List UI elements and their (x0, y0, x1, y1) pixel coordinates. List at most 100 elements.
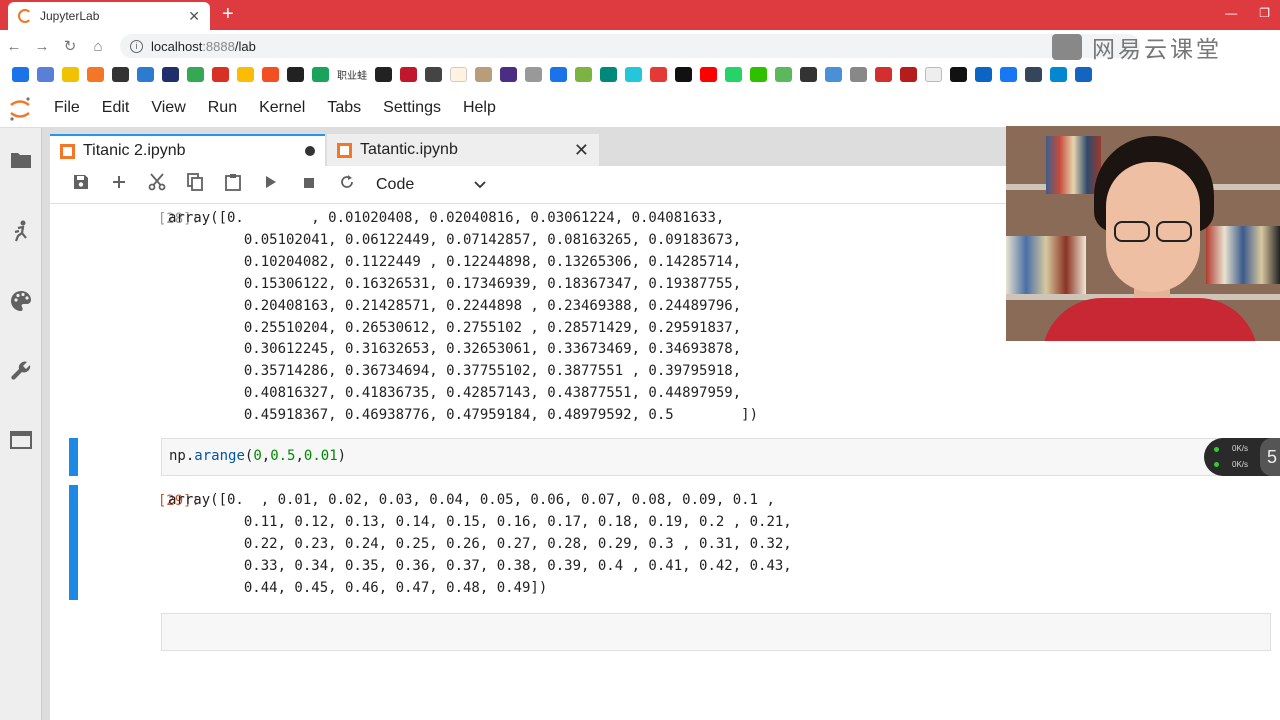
tab-label: Titanic 2.ipynb (83, 142, 186, 159)
menu-edit[interactable]: Edit (102, 99, 130, 117)
bookmark-icon[interactable] (950, 66, 967, 82)
menu-run[interactable]: Run (208, 99, 237, 117)
facebook-icon[interactable] (1000, 66, 1017, 82)
save-icon[interactable] (62, 174, 100, 195)
tabs-icon[interactable] (10, 430, 32, 452)
url-host: localhost (151, 38, 203, 54)
info-icon[interactable]: i (130, 39, 143, 53)
bookmark-icon[interactable] (187, 66, 204, 82)
output-collapser[interactable] (69, 485, 78, 600)
menu-view[interactable]: View (151, 99, 185, 117)
whatsapp-icon[interactable] (725, 66, 742, 82)
bookmark-icon[interactable] (825, 66, 842, 82)
bookmark-icon[interactable] (237, 66, 254, 82)
cell-type-dropdown[interactable]: Code (376, 176, 486, 194)
back-icon[interactable]: ← (0, 38, 28, 55)
bookmark-icon[interactable] (287, 66, 304, 82)
bookmark-icon[interactable] (925, 66, 942, 82)
linkedin-icon[interactable] (975, 66, 992, 82)
url-path: /lab (234, 38, 256, 54)
add-cell-icon[interactable] (100, 175, 138, 194)
folder-icon[interactable] (10, 150, 32, 172)
paste-icon[interactable] (214, 173, 252, 196)
bookmark-icon[interactable] (450, 66, 467, 82)
bookmark-icon[interactable] (137, 66, 154, 82)
cell-type-value: Code (376, 175, 415, 193)
jupyter-logo-icon (8, 96, 32, 121)
menu-help[interactable]: Help (463, 99, 496, 117)
forward-icon[interactable]: → (28, 38, 56, 55)
wrench-icon[interactable] (10, 360, 32, 382)
tab-tatantic[interactable]: Tatantic.ipynb ✕ (327, 134, 599, 166)
menu-file[interactable]: File (54, 99, 80, 117)
browser-tab[interactable]: JupyterLab ✕ (8, 2, 210, 30)
bookmark-icon[interactable] (262, 66, 279, 82)
person-shirt (1042, 298, 1258, 341)
run-icon[interactable] (252, 175, 290, 194)
bookmark-icon[interactable] (600, 66, 617, 82)
bookmark-icon[interactable] (62, 66, 79, 82)
bookmark-icon[interactable] (1050, 66, 1067, 82)
code-editor[interactable]: np.arange(0,0.5,0.01) (161, 438, 1271, 476)
bookmark-icon[interactable] (212, 66, 229, 82)
bookmark-icon[interactable] (650, 66, 667, 82)
url-port: :8888 (202, 38, 235, 54)
bookmark-icon[interactable] (475, 66, 492, 82)
new-tab-button[interactable]: + (222, 4, 234, 24)
bookmark-icon[interactable] (112, 66, 129, 82)
bookmark-icon[interactable] (900, 66, 917, 82)
menu-settings[interactable]: Settings (383, 99, 441, 117)
code-cell-29[interactable]: [29]: np.arange(0,0.5,0.01) (50, 438, 1280, 476)
palette-icon[interactable] (10, 290, 32, 312)
code-editor[interactable] (161, 613, 1271, 651)
bookmark-icon[interactable] (875, 66, 892, 82)
bookmark-icon[interactable] (37, 66, 54, 82)
bookmark-icon[interactable] (400, 66, 417, 82)
cut-icon[interactable] (138, 173, 176, 196)
youtube-icon[interactable] (700, 66, 717, 82)
code-token: arange (194, 448, 245, 464)
browser-titlebar: JupyterLab ✕ + — ❐ (0, 0, 1280, 30)
bookmark-icon[interactable] (800, 66, 817, 82)
wechat-icon[interactable] (750, 66, 767, 82)
stop-icon[interactable] (290, 176, 328, 194)
bookmark-icon[interactable] (500, 66, 517, 82)
bookmark-icon[interactable] (850, 66, 867, 82)
address-bar[interactable]: i localhost:8888/lab (120, 34, 1140, 58)
running-icon[interactable] (10, 220, 32, 242)
cell-collapser[interactable] (69, 438, 78, 476)
bookmark-icon[interactable] (425, 66, 442, 82)
bookmark-icon[interactable] (87, 66, 104, 82)
copy-icon[interactable] (176, 173, 214, 196)
upload-dot-icon (1214, 447, 1219, 452)
bookmark-icon[interactable] (550, 66, 567, 82)
bookmark-icon[interactable] (375, 66, 392, 82)
empty-code-cell[interactable]: [ ]: (50, 613, 1280, 651)
minimize-icon[interactable]: — (1225, 6, 1237, 20)
speed-badge[interactable]: 5 (1260, 438, 1280, 476)
tumblr-icon[interactable] (1025, 66, 1042, 82)
bookmark-icon[interactable] (575, 66, 592, 82)
amazon-icon[interactable] (675, 66, 692, 82)
restart-icon[interactable] (328, 174, 366, 195)
tab-titanic-2[interactable]: Titanic 2.ipynb (50, 134, 325, 166)
bookmark-icon[interactable] (525, 66, 542, 82)
reload-icon[interactable]: ↻ (56, 37, 84, 55)
bookmark-icon[interactable] (625, 66, 642, 82)
bookmark-icon[interactable] (312, 66, 329, 82)
restore-icon[interactable]: ❐ (1259, 6, 1270, 20)
menu-kernel[interactable]: Kernel (259, 99, 305, 117)
bookmark-label[interactable]: 职业蛙 (337, 67, 367, 82)
menu-tabs[interactable]: Tabs (327, 99, 361, 117)
window-controls: — ❐ (1225, 6, 1270, 20)
home-icon[interactable]: ⌂ (84, 38, 112, 55)
close-tab-icon[interactable]: ✕ (574, 140, 589, 161)
unsaved-dot-icon[interactable] (305, 146, 315, 156)
close-tab-icon[interactable]: ✕ (188, 8, 200, 25)
bookmark-icon[interactable] (1075, 66, 1092, 82)
bookmark-icon[interactable] (12, 66, 29, 82)
output-cell-29[interactable]: [29]: array([0. , 0.01, 0.02, 0.03, 0.04… (50, 485, 1280, 600)
jupyter-menubar: File Edit View Run Kernel Tabs Settings … (0, 88, 1280, 128)
bookmark-icon[interactable] (162, 66, 179, 82)
bookmark-icon[interactable] (775, 66, 792, 82)
